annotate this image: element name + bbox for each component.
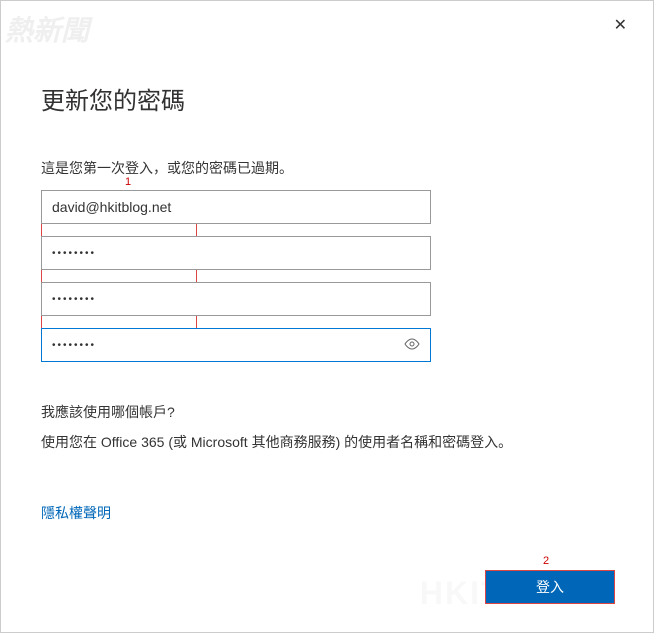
new-password-field[interactable]: •••••••• <box>41 282 431 316</box>
reveal-password-icon[interactable] <box>404 337 420 353</box>
close-icon: ✕ <box>614 17 627 34</box>
old-password-value: •••••••• <box>52 248 420 259</box>
username-value: david@hkitblog.net <box>52 199 420 215</box>
subtitle-text: 這是您第一次登入，或您的密碼已過期。 <box>41 158 613 178</box>
confirm-password-value: •••••••• <box>52 340 420 351</box>
username-field[interactable]: david@hkitblog.net <box>41 190 431 224</box>
signin-button[interactable]: 登入 <box>485 570 615 604</box>
privacy-link[interactable]: 隱私權聲明 <box>41 503 111 523</box>
close-button[interactable]: ✕ <box>606 11 635 39</box>
help-section: 我應該使用哪個帳戶? 使用您在 Office 365 (或 Microsoft … <box>41 402 613 453</box>
page-title: 更新您的密碼 <box>41 81 613 116</box>
confirm-password-field[interactable]: •••••••• <box>41 328 431 362</box>
help-text: 使用您在 Office 365 (或 Microsoft 其他商務服務) 的使用… <box>41 432 613 453</box>
eye-icon <box>404 338 420 350</box>
help-question: 我應該使用哪個帳戶? <box>41 402 613 422</box>
dialog-content: 更新您的密碼 這是您第一次登入，或您的密碼已過期。 1 david@hkitbl… <box>1 1 653 553</box>
new-password-value: •••••••• <box>52 294 420 305</box>
annotation-2: 2 <box>543 555 549 567</box>
inputs-wrapper: 1 david@hkitblog.net •••••••• •••••••• •… <box>41 190 431 362</box>
button-row: 2 登入 <box>485 570 615 604</box>
old-password-field[interactable]: •••••••• <box>41 236 431 270</box>
annotation-1: 1 <box>125 176 131 188</box>
